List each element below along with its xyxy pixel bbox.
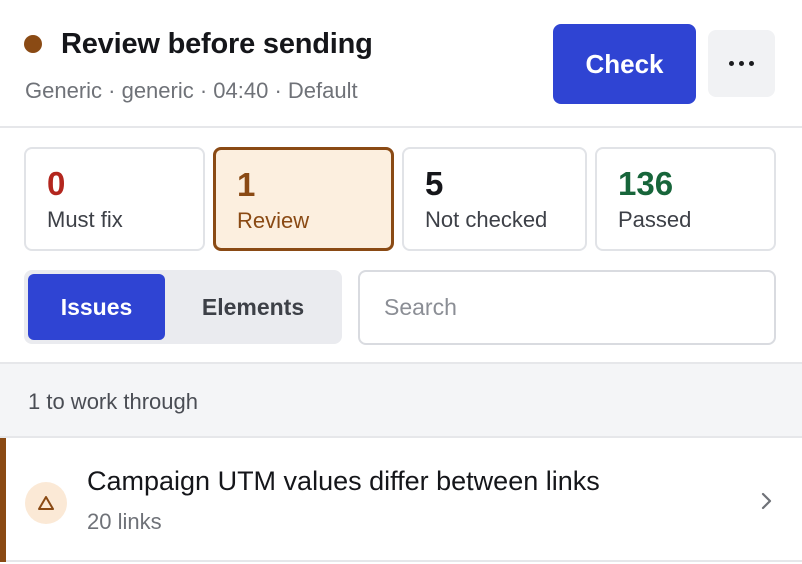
issue-row[interactable]: Campaign UTM values differ between links… xyxy=(0,438,802,562)
stat-value: 1 xyxy=(237,166,256,203)
stat-not-checked[interactable]: 5 Not checked xyxy=(402,147,587,251)
view-toggle: Issues Elements xyxy=(24,270,342,344)
more-dot-icon xyxy=(729,61,734,66)
group-header: 1 to work through xyxy=(0,362,802,438)
issue-title: Campaign UTM values differ between links xyxy=(87,466,600,496)
stat-review[interactable]: 1 Review xyxy=(213,147,394,251)
more-options-button[interactable] xyxy=(708,30,775,97)
header: Review before sending Generic · generic … xyxy=(0,0,802,128)
stat-label: Must fix xyxy=(47,207,123,232)
stat-label: Review xyxy=(237,208,310,233)
more-dot-icon xyxy=(749,61,754,66)
page-title: Review before sending xyxy=(61,28,373,60)
page-subtitle: Generic · generic · 04:40 · Default xyxy=(25,78,358,103)
more-dot-icon xyxy=(739,61,744,66)
warning-triangle-icon xyxy=(25,482,67,524)
chevron-right-icon xyxy=(760,490,774,517)
stat-label: Passed xyxy=(618,207,692,232)
issue-subtitle: 20 links xyxy=(87,509,162,534)
stat-passed[interactable]: 136 Passed xyxy=(595,147,776,251)
group-label: 1 to work through xyxy=(28,389,198,414)
tab-elements[interactable]: Elements xyxy=(168,274,338,340)
stat-must-fix[interactable]: 0 Must fix xyxy=(24,147,205,251)
stat-label: Not checked xyxy=(425,207,548,232)
stat-value: 5 xyxy=(425,165,444,202)
stat-value: 0 xyxy=(47,165,66,202)
check-button[interactable]: Check xyxy=(553,24,696,104)
stat-value: 136 xyxy=(618,165,674,202)
issue-accent-bar xyxy=(0,438,6,562)
tab-issues[interactable]: Issues xyxy=(28,274,165,340)
search-input[interactable] xyxy=(358,270,776,345)
status-dot xyxy=(24,35,42,53)
